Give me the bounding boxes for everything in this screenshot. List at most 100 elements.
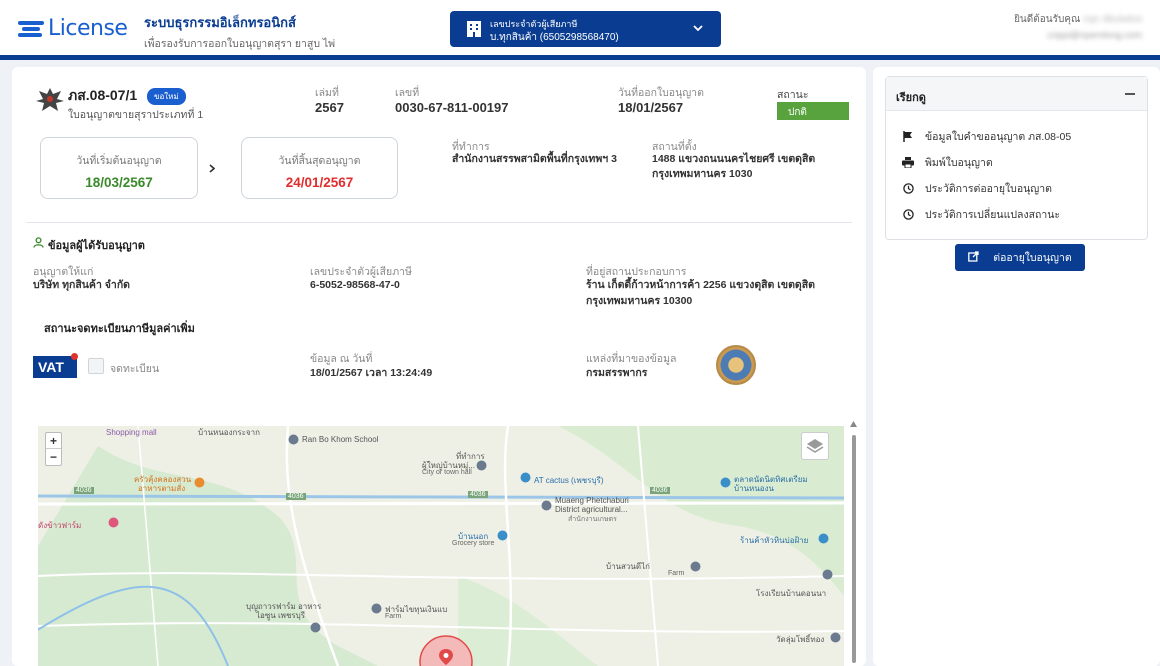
farm-pin-icon [690, 561, 701, 572]
tax-id-value: 6-5052-98568-47-0 [310, 279, 400, 291]
taxpayer-value: บ.ทุกสินค้า (6505298568470) [490, 32, 619, 43]
map-road-3: 4036 [468, 491, 488, 498]
user-name: nqn dbulwboi [1083, 14, 1142, 25]
browse-panel: เรียกดู ข้อมูลใบคำขออนุญาต ภส.08-05 พิมพ… [885, 76, 1148, 240]
menu-item-label: ประวัติการเปลี่ยนแปลงสถานะ [925, 209, 1061, 221]
temple-pin-icon [830, 632, 841, 643]
map-road-2: 4036 [286, 493, 306, 500]
school2-pin-icon [822, 569, 833, 580]
zoom-in-button[interactable]: + [46, 433, 61, 449]
licensee-section-title: ข้อมูลผู้ได้รับอนุญาต [48, 240, 145, 252]
location-map[interactable]: + − Shopping mall บ้านหนองกระจาก Ran Bo … [38, 426, 844, 666]
map-label-farm2b: Farm [385, 613, 402, 620]
map-scrollbar[interactable] [850, 421, 857, 666]
license-type-code: ภส.08-07/1 [68, 87, 138, 103]
map-label-grocery: Grocery store [452, 540, 495, 547]
license-number-value: 0030-67-811-00197 [395, 100, 509, 115]
system-title: ระบบธุรกรรมอิเล็กทรอนิกส์ [144, 15, 296, 30]
browse-panel-header[interactable]: เรียกดู [886, 77, 1147, 111]
map-label-cactus: AT cactus (เพชรบุรี) [534, 476, 604, 485]
agri-office-pin-icon [541, 500, 552, 511]
address-line-2: กรุงเทพมหานคร 10300 [586, 295, 693, 307]
flag-icon [901, 131, 915, 142]
user-info[interactable]: ยินดีต้อนรับคุณ nqn dbulwboi cnppi@npeml… [1014, 12, 1142, 41]
grocery-pin-icon [497, 530, 508, 541]
taxpayer-label: เลขประจำตัวผู้เสียภาษี [490, 19, 578, 29]
printer-icon [901, 157, 915, 168]
license-number-label: เลขที่ [395, 87, 420, 99]
logo-text: License [48, 16, 128, 41]
app-logo[interactable]: License [18, 16, 128, 41]
map-zoom-control: + − [45, 432, 62, 466]
vat-registered-label: จดทะเบียน [110, 363, 160, 375]
as-of-label: ข้อมูล ณ วันที่ [310, 353, 373, 365]
logo-mark-icon [18, 18, 44, 40]
clock-icon [901, 209, 915, 220]
townhall-pin-icon [476, 460, 487, 471]
end-date-value: 24/01/2567 [285, 175, 354, 190]
taxpayer-select[interactable]: เลขประจำตัวผู้เสียภาษี บ.ทุกสินค้า (6505… [450, 11, 721, 47]
map-label-ag-office2: District agricultural... [555, 505, 628, 514]
section-divider [26, 222, 852, 223]
collapse-minus-icon[interactable] [1125, 93, 1135, 95]
chevron-right-icon [209, 164, 215, 173]
data-source-label: แหล่งที่มาของข้อมูล [586, 353, 677, 365]
end-date-label: วันที่สิ้นสุดอนุญาต [278, 155, 361, 167]
renew-license-label: ต่ออายุใบอนุญาต [993, 252, 1072, 264]
system-subtitle: เพื่อรองรับการออกใบอนุญาตสุรา ยาสูบ ไพ่ [144, 38, 336, 50]
new-request-badge: ขอใหม่ [147, 88, 186, 105]
start-date-value: 18/03/2567 [85, 175, 153, 190]
map-layers-button[interactable] [801, 432, 829, 460]
end-date-box: วันที่สิ้นสุดอนุญาต 24/01/2567 [241, 137, 398, 199]
person-icon [33, 237, 44, 248]
system-title-block: ระบบธุรกรรมอิเล็กทรอนิกส์ เพื่อรองรับการ… [144, 12, 335, 52]
renew-license-button[interactable]: ต่ออายุใบอนุญาต [955, 244, 1085, 271]
scrollbar-thumb[interactable] [852, 435, 856, 663]
location-line-1: 1488 แขวงถนนนครไชยศรี เขตดุสิต [652, 153, 816, 165]
issue-date-value: 18/01/2567 [618, 100, 684, 115]
address-line-1: ร้าน เก็ตดี้ก้าวหน้าการค้า 2256 แขวงดุสิ… [586, 279, 815, 291]
external-link-icon [968, 250, 979, 265]
menu-item-application-info[interactable]: ข้อมูลใบคำขออนุญาต ภส.08-05 [901, 128, 1071, 145]
location-line-2: กรุงเทพมหานคร 1030 [652, 168, 753, 180]
issue-date-label: วันที่ออกใบอนุญาต [618, 87, 704, 99]
menu-item-print-license[interactable]: พิมพ์ใบอนุญาต [901, 154, 993, 171]
map-label-ag-office-th: สำนักงานเกษตร [568, 516, 617, 523]
welcome-text: ยินดีต้อนรับคุณ nqn dbulwboi [1014, 14, 1142, 25]
map-label-farm-th: บ้านสวนดีไก่ [606, 562, 650, 571]
map-label-resort2: ไอซูน เพชรบุรี [256, 611, 306, 620]
map-label-restaurant2: อาหารตามสั่ง [138, 484, 186, 493]
scroll-up-arrow-icon [850, 421, 857, 427]
vat-registered-checkbox[interactable] [88, 358, 104, 374]
map-label-school-th: บ้านหนองกระจาก [198, 428, 260, 437]
top-header: License ระบบธุรกรรมอิเล็กทรอนิกส์ เพื่อร… [0, 0, 1160, 60]
location-marker-icon [439, 649, 453, 665]
resort-pin-icon [310, 622, 321, 633]
map-road-4: 4036 [650, 487, 670, 494]
revenue-department-seal-icon [716, 345, 756, 385]
vat-logo-dot-icon [71, 353, 78, 360]
map-label-temple: วัดลุ่มโพธิ์ทอง [776, 635, 825, 644]
office-value: สำนักงานสรรพสามิตพื้นที่กรุงเทพฯ 3 [452, 153, 617, 165]
map-label-coffee: ร้านค้าหัวหินบ่อฝ้าย [740, 536, 809, 545]
shop-pin-icon [520, 472, 531, 483]
farm2-pin-icon [371, 603, 382, 614]
menu-item-status-history[interactable]: ประวัติการเปลี่ยนแปลงสถานะ [901, 206, 1060, 223]
data-source-value: กรมสรรพากร [586, 367, 648, 379]
building-icon [467, 21, 481, 37]
user-email: cnppi@npemlong.com [1047, 30, 1142, 41]
license-type-description: ใบอนุญาตขายสุราประเภทที่ 1 [68, 109, 204, 121]
zoom-out-button[interactable]: − [46, 449, 61, 465]
school-pin-icon [288, 434, 299, 445]
start-date-box: วันที่เริ่มต้นอนุญาต 18/03/2567 [40, 137, 198, 199]
license-detail-card: ภส.08-07/1 ขอใหม่ ใบอนุญาตขายสุราประเภทท… [12, 67, 866, 666]
menu-item-label: ข้อมูลใบคำขออนุญาต ภส.08-05 [925, 131, 1072, 143]
map-road-1: 4036 [74, 487, 94, 494]
as-of-value: 18/01/2567 เวลา 13:24:49 [310, 367, 433, 379]
menu-item-renewal-history[interactable]: ประวัติการต่ออายุใบอนุญาต [901, 180, 1052, 197]
map-label-farm-store: ดังข้าวฟาร์ม [38, 521, 82, 530]
layers-icon [806, 439, 824, 453]
side-panel: เรียกดู ข้อมูลใบคำขออนุญาต ภส.08-05 พิมพ… [873, 67, 1160, 666]
menu-item-label: ประวัติการต่ออายุใบอนุญาต [925, 183, 1052, 195]
map-label-farm: Farm [668, 570, 685, 577]
